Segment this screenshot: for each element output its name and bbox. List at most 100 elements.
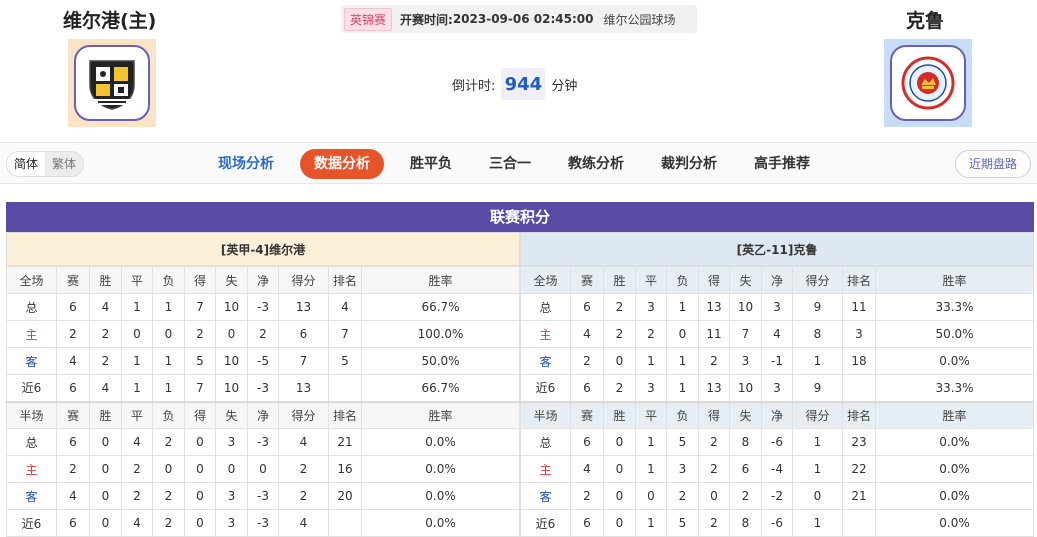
table-cell: 20 bbox=[328, 482, 362, 510]
column-header: 赛 bbox=[56, 266, 90, 294]
table-cell: 6 bbox=[278, 320, 329, 348]
table-cell: 0 bbox=[89, 509, 122, 537]
table-cell: 18 bbox=[842, 347, 876, 375]
table-cell: 21 bbox=[842, 482, 876, 510]
table-cell: 6 bbox=[570, 509, 604, 537]
tab-three-in-one[interactable]: 三合一 bbox=[478, 149, 542, 179]
table-cell: 2 bbox=[698, 509, 730, 537]
row-label: 总 bbox=[520, 293, 571, 321]
venue: 维尔公园球场 bbox=[603, 12, 676, 27]
table-cell: 11 bbox=[842, 293, 876, 321]
column-header: 排名 bbox=[328, 400, 362, 429]
lang-traditional-button[interactable]: 繁体 bbox=[45, 152, 84, 176]
table-cell: 2 bbox=[603, 320, 636, 348]
home-full-header-row: 全场赛胜平负得失净得分 排名 胜率 bbox=[6, 266, 520, 294]
table-row: 客 4 0 2 2 0 3 -3 2 20 0.0% bbox=[6, 482, 520, 510]
column-header: 胜率 bbox=[875, 400, 1034, 429]
column-header: 净 bbox=[247, 400, 279, 429]
table-cell: 3 bbox=[215, 428, 248, 456]
tab-win-draw-lose[interactable]: 胜平负 bbox=[399, 149, 463, 179]
table-cell: 2 bbox=[247, 320, 279, 348]
league-badge[interactable]: 英锦赛 bbox=[344, 7, 393, 31]
row-label: 近6 bbox=[520, 374, 571, 402]
table-cell: 8 bbox=[729, 428, 762, 456]
column-header: 全场 bbox=[520, 266, 571, 294]
away-team-name[interactable]: 克鲁 bbox=[906, 6, 944, 33]
table-cell: 7 bbox=[184, 374, 216, 402]
table-cell: 10 bbox=[215, 374, 248, 402]
table-cell: -2 bbox=[761, 482, 793, 510]
table-cell: 10 bbox=[729, 374, 762, 402]
table-cell: 5 bbox=[666, 428, 699, 456]
table-cell: 1 bbox=[635, 347, 667, 375]
table-cell bbox=[328, 509, 362, 537]
tab-referee-analysis[interactable]: 裁判分析 bbox=[650, 149, 728, 179]
table-cell: 4 bbox=[56, 347, 90, 375]
table-cell: 8 bbox=[729, 509, 762, 537]
table-row: 主 4 2 2 0 11 7 4 8 3 50.0% bbox=[520, 320, 1034, 348]
column-header: 胜率 bbox=[361, 266, 520, 294]
column-header: 得 bbox=[698, 400, 730, 429]
table-cell: 1 bbox=[152, 374, 185, 402]
column-header: 胜 bbox=[603, 400, 636, 429]
table-cell: 50.0% bbox=[361, 347, 520, 375]
column-header: 排名 bbox=[842, 400, 876, 429]
table-cell: 6 bbox=[570, 428, 604, 456]
table-cell: 10 bbox=[729, 293, 762, 321]
table-cell: 0.0% bbox=[361, 509, 520, 537]
table-cell: 4 bbox=[570, 320, 604, 348]
table-cell: 10 bbox=[215, 293, 248, 321]
table-cell: 0 bbox=[603, 482, 636, 510]
tab-live-analysis[interactable]: 现场分析 bbox=[207, 149, 285, 179]
home-team-logo[interactable] bbox=[68, 39, 156, 127]
table-cell: 1 bbox=[121, 293, 153, 321]
column-header: 净 bbox=[761, 400, 793, 429]
table-cell: 2 bbox=[603, 293, 636, 321]
table-cell: 0 bbox=[89, 455, 122, 483]
table-cell: 1 bbox=[635, 428, 667, 456]
tab-data-analysis[interactable]: 数据分析 bbox=[300, 149, 384, 179]
table-cell: 0 bbox=[603, 455, 636, 483]
home-team-name[interactable]: 维尔港(主) bbox=[63, 6, 156, 33]
table-cell: 0 bbox=[89, 428, 122, 456]
lang-simplified-button[interactable]: 简体 bbox=[7, 152, 46, 176]
table-cell: 4 bbox=[56, 482, 90, 510]
row-label: 客 bbox=[520, 347, 571, 375]
table-cell bbox=[842, 374, 876, 402]
away-team-logo[interactable] bbox=[884, 39, 972, 127]
table-row: 近6 6 0 1 5 2 8 -6 1 0.0% bbox=[520, 509, 1034, 537]
recent-handicap-button[interactable]: 近期盘路 bbox=[955, 150, 1031, 178]
table-cell: 0.0% bbox=[875, 482, 1034, 510]
table-cell: 1 bbox=[792, 455, 843, 483]
column-header: 平 bbox=[635, 266, 667, 294]
table-cell: 0 bbox=[152, 455, 185, 483]
table-cell: 6 bbox=[729, 455, 762, 483]
table-cell: 0 bbox=[121, 320, 153, 348]
column-header: 得分 bbox=[792, 266, 843, 294]
row-label: 客 bbox=[6, 482, 57, 510]
table-cell: 11 bbox=[698, 320, 730, 348]
table-cell: 6 bbox=[56, 509, 90, 537]
tab-coach-analysis[interactable]: 教练分析 bbox=[557, 149, 635, 179]
table-cell: 13 bbox=[278, 293, 329, 321]
table-cell: 2 bbox=[184, 320, 216, 348]
home-standings-title: [英甲-4]维尔港 bbox=[6, 232, 520, 266]
table-cell: 6 bbox=[570, 374, 604, 402]
crewe-alexandra-crest-icon bbox=[901, 56, 955, 110]
row-label: 主 bbox=[520, 455, 571, 483]
table-cell: 66.7% bbox=[361, 374, 520, 402]
away-full-header-row: 全场赛胜平负得失净得分 排名 胜率 bbox=[520, 266, 1034, 294]
nav-tabs: 现场分析 数据分析 胜平负 三合一 教练分析 裁判分析 高手推荐 bbox=[207, 149, 836, 179]
column-header: 负 bbox=[152, 266, 185, 294]
table-cell: 13 bbox=[698, 374, 730, 402]
table-cell: 4 bbox=[328, 293, 362, 321]
table-cell: 4 bbox=[89, 374, 122, 402]
table-cell: 33.3% bbox=[875, 374, 1034, 402]
table-cell: 0 bbox=[184, 482, 216, 510]
table-cell: -3 bbox=[247, 509, 279, 537]
table-cell bbox=[842, 509, 876, 537]
home-half-header-row: 半场赛胜平负得失净得分 排名 胜率 bbox=[6, 400, 520, 429]
table-cell: 7 bbox=[184, 293, 216, 321]
tab-expert-picks[interactable]: 高手推荐 bbox=[743, 149, 821, 179]
table-cell: 0.0% bbox=[875, 509, 1034, 537]
